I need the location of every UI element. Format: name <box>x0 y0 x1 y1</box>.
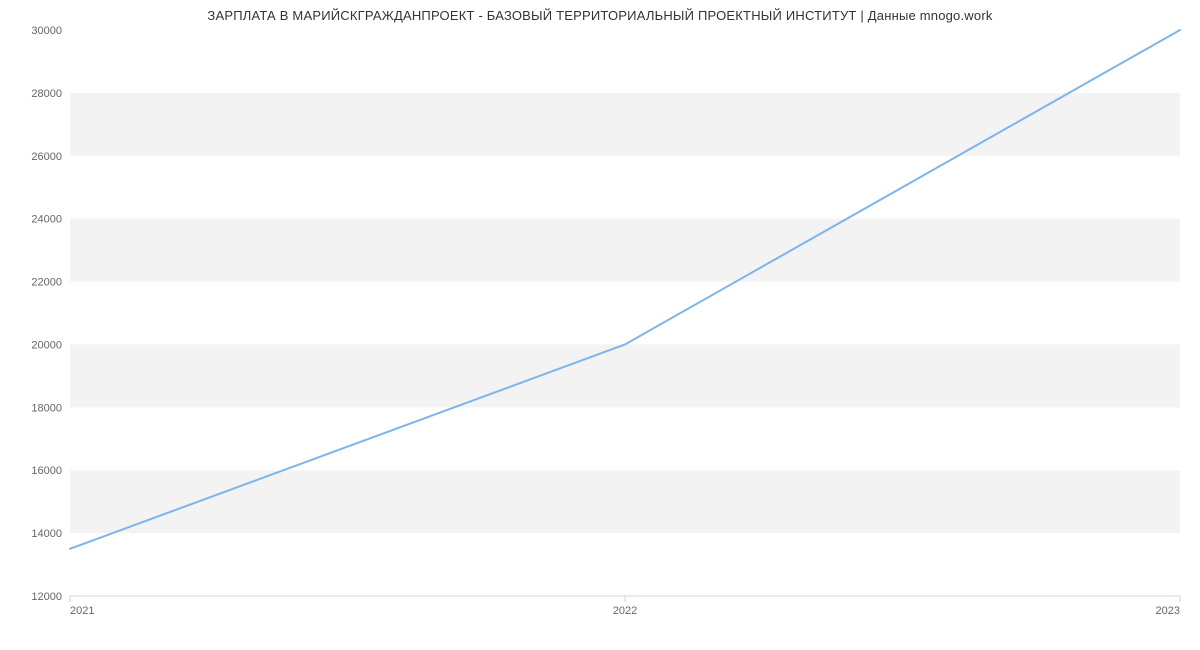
y-tick-label: 12000 <box>31 591 62 603</box>
y-tick-label: 30000 <box>31 25 62 37</box>
y-tick-label: 18000 <box>31 402 62 414</box>
grid-band <box>70 219 1180 282</box>
grid-band <box>70 344 1180 407</box>
y-tick-label: 28000 <box>31 88 62 100</box>
y-tick-label: 24000 <box>31 214 62 226</box>
grid-band <box>70 470 1180 533</box>
y-tick-label: 20000 <box>31 339 62 351</box>
y-tick-label: 22000 <box>31 277 62 289</box>
y-tick-label: 14000 <box>31 528 62 540</box>
x-tick-label: 2023 <box>1156 605 1180 617</box>
salary-line-chart: ЗАРПЛАТА В МАРИЙСКГРАЖДАНПРОЕКТ - БАЗОВЫ… <box>0 0 1200 650</box>
x-tick-label: 2021 <box>70 605 94 617</box>
y-tick-label: 26000 <box>31 151 62 163</box>
y-tick-label: 16000 <box>31 465 62 477</box>
x-tick-label: 2022 <box>613 605 637 617</box>
chart-canvas: 12000 14000 16000 18000 20000 22000 24000 26000… <box>0 0 1200 650</box>
